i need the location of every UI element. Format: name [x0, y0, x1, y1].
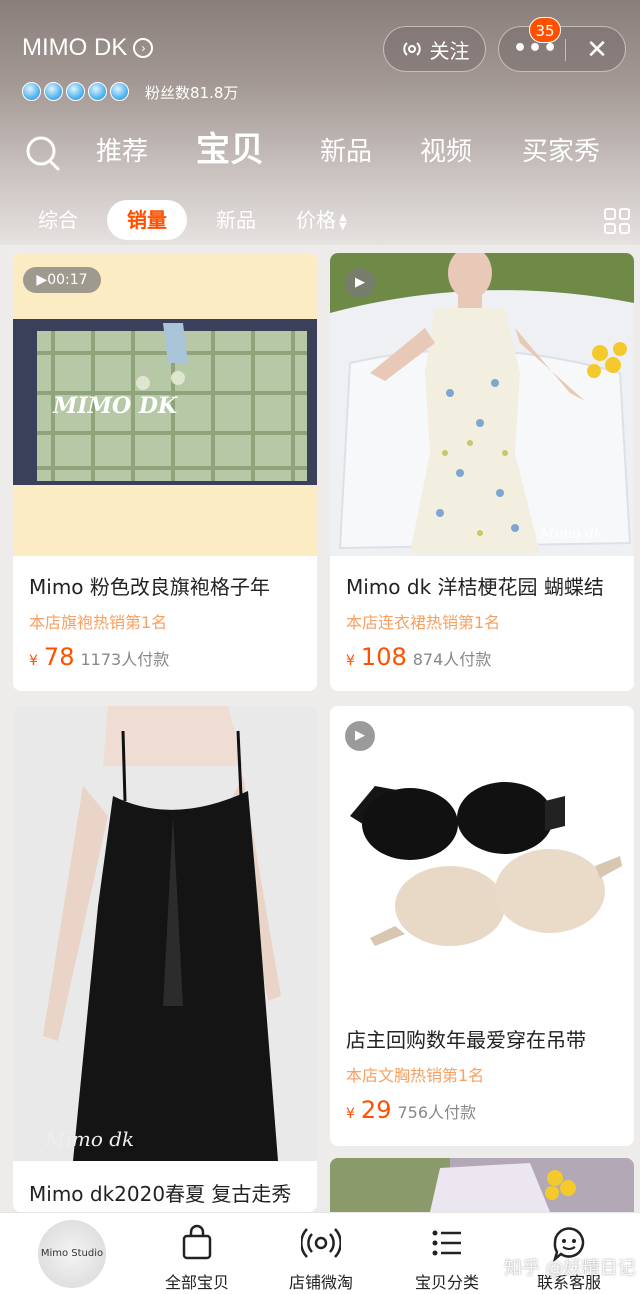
product-price-row: ¥ 108 874人付款	[346, 643, 491, 671]
store-logo[interactable]: Mimo Studio	[38, 1220, 106, 1288]
play-icon[interactable]: ▶	[345, 721, 375, 751]
product-image: Mimo dk	[330, 253, 634, 556]
shopping-bag-icon	[182, 1224, 212, 1260]
product-title: Mimo dk 洋桔梗花园 蝴蝶结	[346, 575, 604, 599]
sort-new[interactable]: 新品	[216, 200, 256, 240]
tab-items[interactable]: 宝贝	[196, 126, 264, 174]
all-items-button[interactable]: 全部宝贝	[142, 1223, 252, 1293]
tab-video[interactable]: 视频	[420, 128, 472, 176]
currency: ¥	[346, 1106, 355, 1122]
video-duration-badge: ▶00:17	[23, 267, 101, 293]
store-header: MIMO DK › 粉丝数81.8万 关注 ••• 35 ✕ 推荐 宝贝 新品 …	[0, 0, 640, 245]
follow-button[interactable]: 关注	[383, 26, 486, 72]
tab-buyer-show[interactable]: 买家秀	[522, 128, 600, 176]
sort-sales[interactable]: 销量	[107, 200, 187, 240]
product-image	[330, 706, 634, 1001]
sort-bar: 综合 销量 新品 价格 ▲ ▼	[0, 200, 640, 244]
store-level-badges	[22, 82, 129, 101]
product-price-row: ¥ 78 1173人付款	[29, 643, 169, 671]
svg-text:Mimo dk: Mimo dk	[44, 1127, 134, 1151]
crown-badge-icon	[66, 82, 85, 101]
video-duration: 00:17	[47, 272, 88, 288]
product-card[interactable]: ▶ 店主回购数年最爱穿在吊带 本店文胸热销第1名 ¥ 29 756人付款	[330, 706, 634, 1146]
crown-badge-icon	[22, 82, 41, 101]
capsule-menu: ••• 35 ✕	[498, 17, 626, 72]
product-card[interactable]	[330, 1158, 634, 1212]
product-price-row: ¥ 29 756人付款	[346, 1096, 476, 1124]
watermark: 知乎 @妖精日记	[504, 1258, 636, 1279]
list-icon	[432, 1230, 461, 1256]
sold-count: 1173人付款	[80, 650, 170, 669]
broadcast-icon	[402, 42, 421, 56]
close-icon[interactable]: ✕	[579, 32, 615, 68]
product-image: Mimo dk	[13, 706, 317, 1161]
product-title: Mimo dk2020春夏 复古走秀	[29, 1182, 292, 1206]
sort-price[interactable]: 价格 ▲ ▼	[296, 200, 347, 240]
sold-count: 874人付款	[412, 650, 492, 669]
chevron-right-icon: ›	[133, 38, 154, 58]
play-icon[interactable]: ▶	[345, 268, 375, 298]
crown-badge-icon	[44, 82, 63, 101]
product-price: 78	[43, 643, 75, 671]
product-card[interactable]: Mimo dk ▶ Mimo dk 洋桔梗花园 蝴蝶结 本店连衣裙热销第1名 ¥…	[330, 253, 634, 691]
tab-recommend[interactable]: 推荐	[96, 128, 148, 176]
category-button[interactable]: 宝贝分类	[392, 1223, 502, 1293]
fans-count: 粉丝数81.8万	[145, 84, 239, 102]
currency: ¥	[29, 653, 38, 669]
product-title: Mimo 粉色改良旗袍格子年	[29, 575, 270, 599]
product-rank: 本店连衣裙热销第1名	[346, 613, 501, 632]
store-name-link[interactable]: MIMO DK ›	[22, 34, 154, 62]
tab-new[interactable]: 新品	[320, 128, 372, 176]
product-card[interactable]: Mimo dk Mimo dk2020春夏 复古走秀	[13, 706, 317, 1212]
product-title: 店主回购数年最爱穿在吊带	[346, 1028, 586, 1052]
product-image: MIMO DK	[13, 253, 317, 556]
svg-text:MIMO DK: MIMO DK	[52, 393, 178, 419]
search-icon[interactable]	[24, 134, 62, 172]
sort-arrows-icon: ▲ ▼	[339, 211, 347, 232]
divider	[565, 39, 566, 61]
grid-view-icon[interactable]	[604, 208, 630, 234]
sold-count: 756人付款	[397, 1103, 477, 1122]
product-image	[330, 1158, 634, 1212]
all-items-label: 全部宝贝	[164, 1273, 229, 1292]
sort-price-label: 价格	[296, 208, 336, 232]
product-price: 29	[360, 1096, 392, 1124]
store-name: MIMO DK	[22, 34, 128, 61]
product-card[interactable]: MIMO DK ▶00:17 Mimo 粉色改良旗袍格子年 本店旗袍热销第1名 …	[13, 253, 317, 691]
crown-badge-icon	[88, 82, 107, 101]
product-rank: 本店文胸热销第1名	[346, 1066, 485, 1085]
bottom-bar: Mimo Studio 全部宝贝 店铺微淘 宝贝分类 联系客服	[0, 1212, 640, 1294]
crown-badge-icon	[110, 82, 129, 101]
svg-text:Mimo dk: Mimo dk	[539, 526, 602, 542]
notification-badge: 35	[529, 17, 561, 43]
store-feed-button[interactable]: 店铺微淘	[266, 1223, 376, 1293]
follow-label: 关注	[429, 38, 470, 63]
currency: ¥	[346, 653, 355, 669]
product-price: 108	[360, 643, 407, 671]
sort-overall[interactable]: 综合	[38, 200, 78, 240]
broadcast-icon	[301, 1228, 341, 1258]
category-label: 宝贝分类	[414, 1273, 479, 1292]
store-feed-label: 店铺微淘	[288, 1273, 353, 1292]
store-nav: 推荐 宝贝 新品 视频 买家秀	[0, 128, 640, 178]
product-rank: 本店旗袍热销第1名	[29, 613, 168, 632]
